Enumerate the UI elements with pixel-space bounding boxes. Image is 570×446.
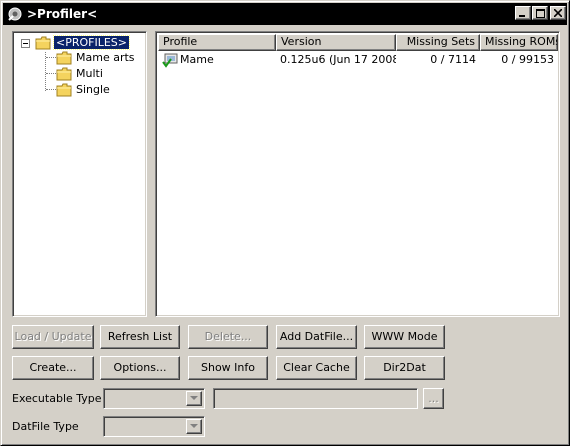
- profile-name: Mame: [180, 53, 214, 66]
- tree-connector: [46, 57, 56, 58]
- load-update-button[interactable]: Load / Update: [12, 325, 94, 349]
- tree-item-profiles-root[interactable]: <PROFILES>: [52, 35, 131, 50]
- datfile-type-label: DatFile Type: [12, 420, 79, 433]
- cell-version: 0.125u6 (Jun 17 2008): [280, 53, 396, 66]
- table-row[interactable]: Mame 0.125u6 (Jun 17 2008) 0 / 7114 0 / …: [158, 52, 558, 68]
- profiles-tree[interactable]: <PROFILES> Mame arts Multi Single: [12, 31, 147, 317]
- profile-loaded-icon: [162, 53, 178, 68]
- list-header: Profile Version Missing Sets Missing ROM…: [158, 34, 558, 51]
- column-header-missing-roms[interactable]: Missing ROMs: [480, 34, 558, 51]
- cell-missing-roms: 0 / 99153: [501, 53, 554, 66]
- tree-connector: [46, 73, 56, 74]
- tree-connector: [46, 89, 56, 90]
- executable-type-select[interactable]: [103, 388, 205, 409]
- minimize-button[interactable]: [515, 6, 531, 20]
- folder-icon: [56, 51, 72, 65]
- column-header-version[interactable]: Version: [276, 34, 396, 51]
- refresh-list-button[interactable]: Refresh List: [100, 325, 180, 349]
- dropdown-button[interactable]: [186, 391, 202, 406]
- folder-icon: [56, 83, 72, 97]
- tree-item-multi[interactable]: Multi: [74, 67, 105, 80]
- browse-button[interactable]: ...: [423, 388, 444, 409]
- maximize-icon: [535, 8, 545, 18]
- profiles-list[interactable]: Profile Version Missing Sets Missing ROM…: [155, 31, 560, 317]
- column-header-missing-sets[interactable]: Missing Sets: [396, 34, 480, 51]
- minimize-icon: [519, 15, 525, 17]
- close-button[interactable]: [550, 6, 566, 20]
- clear-cache-button[interactable]: Clear Cache: [276, 356, 357, 380]
- cell-profile: Mame: [158, 52, 276, 68]
- close-icon: [554, 9, 562, 17]
- executable-type-label: Executable Type: [12, 392, 102, 405]
- options-button[interactable]: Options...: [100, 356, 180, 380]
- column-header-profile[interactable]: Profile: [158, 34, 276, 51]
- window-title: >Profiler<: [27, 7, 98, 21]
- executable-path-input[interactable]: [213, 388, 418, 409]
- maximize-button[interactable]: [532, 6, 548, 20]
- add-datfile-button[interactable]: Add DatFile...: [276, 325, 357, 349]
- show-info-button[interactable]: Show Info: [188, 356, 268, 380]
- delete-button[interactable]: Delete...: [188, 325, 268, 349]
- tree-item-mame-arts[interactable]: Mame arts: [74, 51, 137, 64]
- www-mode-button[interactable]: WWW Mode: [364, 325, 445, 349]
- datfile-type-select[interactable]: [103, 416, 205, 437]
- dropdown-button[interactable]: [186, 419, 202, 434]
- folder-icon: [35, 36, 51, 50]
- chevron-down-icon: [190, 424, 198, 428]
- profiler-window: >Profiler< <PROFILES> Mame arts Multi Si…: [0, 0, 570, 446]
- create-button[interactable]: Create...: [12, 356, 94, 380]
- chevron-down-icon: [190, 396, 198, 400]
- tree-item-single[interactable]: Single: [74, 83, 112, 96]
- collapse-toggle[interactable]: [21, 39, 30, 48]
- app-icon: [8, 7, 22, 21]
- dir2dat-button[interactable]: Dir2Dat: [364, 356, 445, 380]
- folder-icon: [56, 67, 72, 81]
- cell-missing-sets: 0 / 7114: [430, 53, 476, 66]
- title-bar[interactable]: >Profiler<: [3, 3, 567, 25]
